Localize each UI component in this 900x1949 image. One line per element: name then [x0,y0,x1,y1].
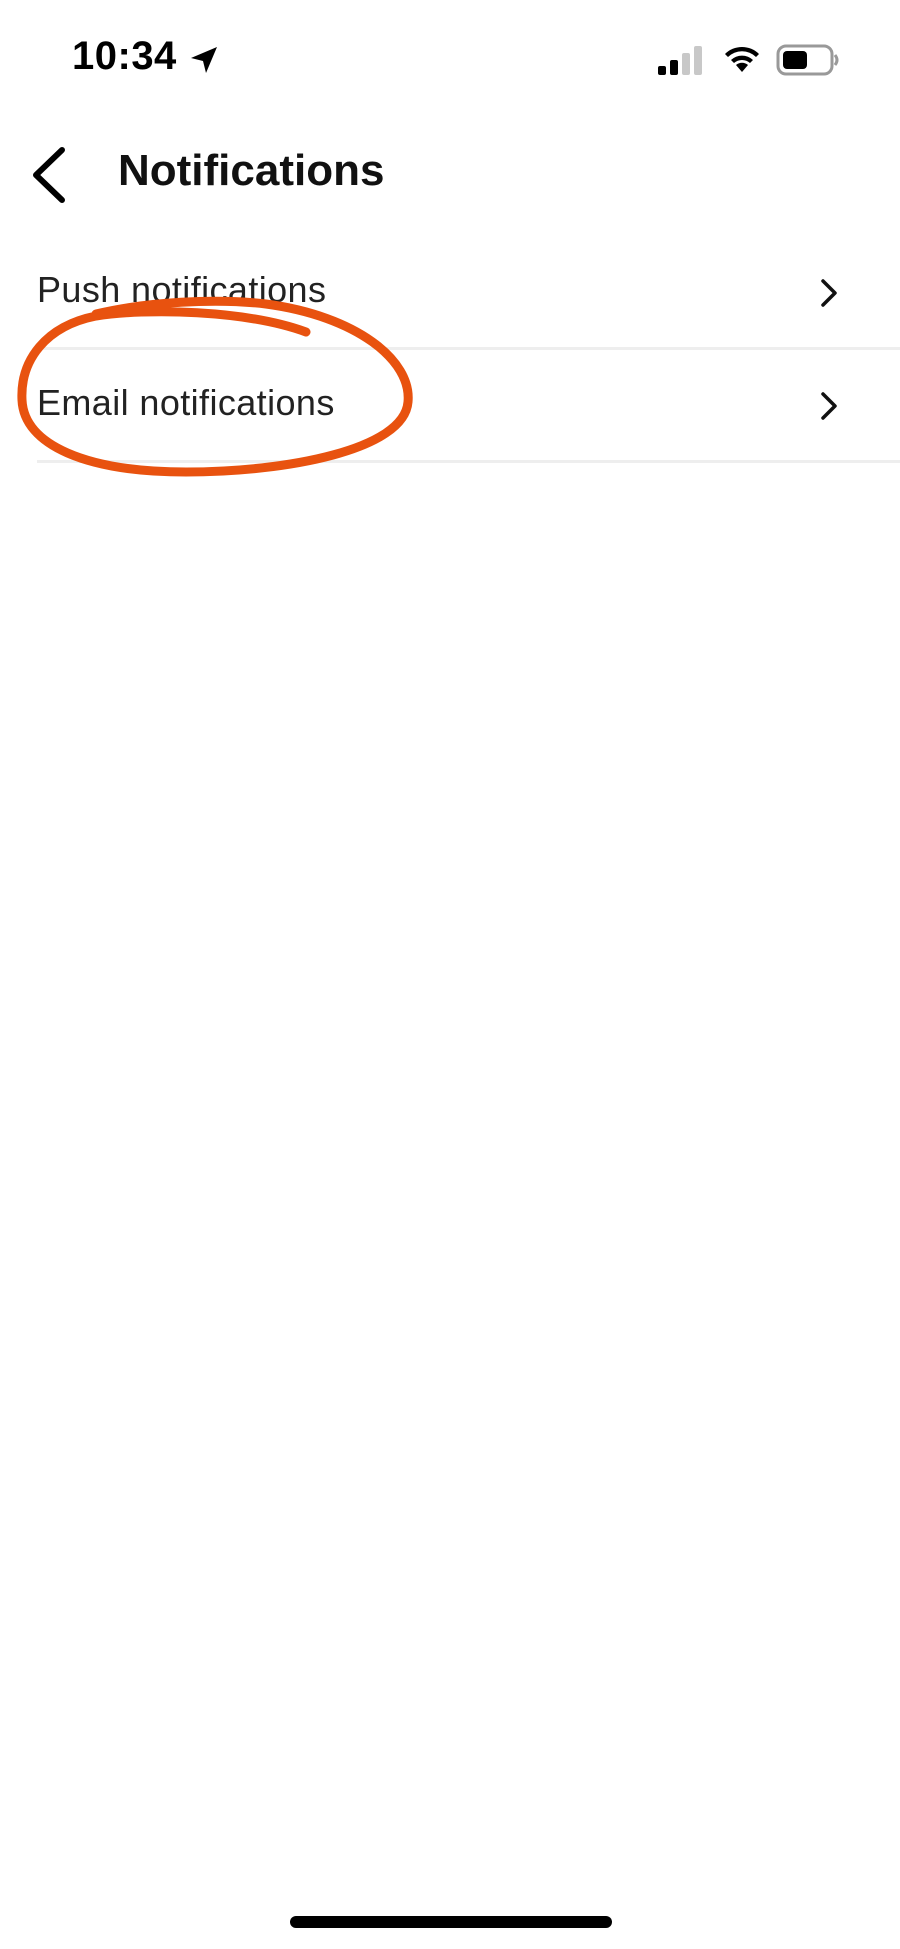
nav-header: Notifications [0,130,900,220]
page-title: Notifications [118,146,385,195]
status-time: 10:34 [72,34,177,78]
chevron-right-icon [815,390,843,422]
push-notifications-label: Push notifications [37,269,327,310]
location-arrow-icon [188,44,220,76]
home-indicator[interactable] [290,1916,612,1928]
wifi-icon [722,42,762,76]
email-notifications-row[interactable]: Email notifications [0,350,900,463]
row-divider [37,460,900,463]
battery-icon [776,43,840,77]
back-button[interactable] [22,140,82,210]
status-bar: 10:34 [0,0,900,110]
cellular-signal-icon [656,44,704,76]
notifications-screen: 10:34 Notifications Push notifications E… [0,0,900,1949]
chevron-left-icon [33,147,65,203]
push-notifications-row[interactable]: Push notifications [0,237,900,350]
email-notifications-label: Email notifications [37,382,335,423]
notifications-list: Push notifications Email notifications [0,237,900,463]
chevron-right-icon [815,277,843,309]
